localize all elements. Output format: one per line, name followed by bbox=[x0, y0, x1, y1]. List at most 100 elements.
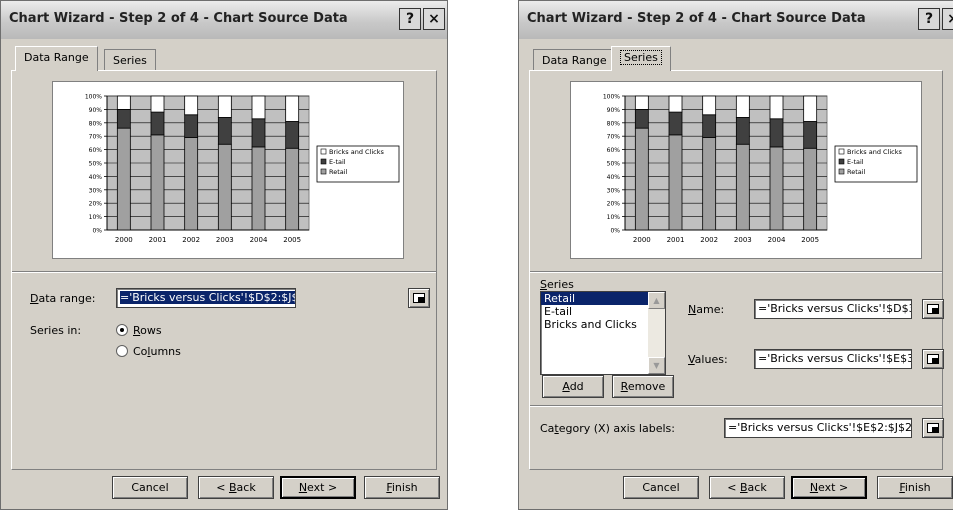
chart-preview: 0% 10% 20% 30% 40% 50% 60% 70% 80% 90% 100% 2000 200… bbox=[52, 81, 404, 259]
bar-segment bbox=[116, 95, 131, 110]
columns-label: Columns bbox=[133, 345, 181, 358]
separator bbox=[530, 405, 942, 407]
y-tick-label: 30% bbox=[89, 187, 103, 194]
x-tick-label: 2005 bbox=[283, 236, 301, 244]
back-button[interactable]: < Back bbox=[198, 476, 274, 499]
legend-label: E-tail bbox=[847, 158, 864, 166]
scroll-up-icon[interactable]: ▲ bbox=[648, 292, 665, 309]
title-bar[interactable]: Chart Wizard - Step 2 of 4 - Chart Sourc… bbox=[519, 1, 953, 39]
collapse-dialog-icon[interactable] bbox=[922, 418, 944, 438]
cancel-button[interactable]: Cancel bbox=[112, 476, 188, 499]
legend-swatch bbox=[320, 148, 327, 155]
tab-series[interactable]: Series bbox=[104, 49, 156, 70]
bar-segment bbox=[251, 146, 266, 231]
y-tick-label: 20% bbox=[607, 201, 621, 208]
tab-data-range[interactable]: Data Range bbox=[533, 49, 616, 70]
y-tick-label: 10% bbox=[607, 214, 621, 221]
legend-label: Bricks and Clicks bbox=[847, 148, 903, 156]
bar-segment bbox=[251, 118, 266, 148]
separator bbox=[530, 271, 942, 273]
chart-wizard-dialog-series: Chart Wizard - Step 2 of 4 - Chart Sourc… bbox=[518, 0, 953, 510]
collapse-dialog-icon[interactable] bbox=[408, 288, 430, 308]
chart-svg: 0% 10% 20% 30% 40% 50% 60% 70% 80% 90% 100% 2000 200… bbox=[603, 94, 918, 244]
tab-data-range[interactable]: Data Range bbox=[15, 46, 98, 71]
legend-swatch bbox=[838, 168, 845, 175]
bar-segment bbox=[735, 95, 750, 118]
y-tick-label: 10% bbox=[89, 214, 103, 221]
category-labels-label: Category (X) axis labels: bbox=[540, 422, 675, 435]
tab-data-range-label: Data Range bbox=[24, 51, 89, 64]
tab-series-label: Series bbox=[113, 54, 147, 67]
x-tick-label: 2002 bbox=[182, 236, 200, 244]
name-input[interactable]: ='Bricks versus Clicks'!$D$3 bbox=[754, 299, 912, 319]
tab-series-label: Series bbox=[620, 50, 662, 65]
separator bbox=[12, 271, 436, 273]
bar-segment bbox=[217, 95, 232, 118]
series-list-item[interactable]: E-tail bbox=[541, 305, 665, 318]
help-button[interactable]: ? bbox=[918, 8, 940, 30]
collapse-dialog-icon[interactable] bbox=[922, 349, 944, 369]
bar-segment bbox=[150, 95, 165, 113]
series-in-label: Series in: bbox=[30, 324, 82, 337]
help-button[interactable]: ? bbox=[399, 8, 421, 30]
tab-data-range-label: Data Range bbox=[542, 54, 607, 67]
bar-segment bbox=[116, 108, 131, 129]
legend-swatch bbox=[320, 168, 327, 175]
x-tick-label: 2001 bbox=[149, 236, 167, 244]
bar-segment bbox=[668, 134, 683, 231]
series-list-item[interactable]: Bricks and Clicks bbox=[541, 318, 665, 331]
series-panel: 0% 10% 20% 30% 40% 50% 60% 70% 80% 90% 100% 2000 200… bbox=[529, 70, 944, 470]
y-tick-label: 60% bbox=[607, 147, 621, 154]
x-tick-label: 2004 bbox=[768, 236, 786, 244]
finish-button[interactable]: Finish bbox=[364, 476, 440, 499]
bar-segment bbox=[184, 137, 199, 231]
y-tick-label: 50% bbox=[607, 161, 621, 168]
values-label: Values: bbox=[688, 353, 728, 366]
chart-preview: 0% 10% 20% 30% 40% 50% 60% 70% 80% 90% 100% 2000 200… bbox=[570, 81, 922, 259]
legend-swatch bbox=[320, 158, 327, 165]
bar-segment bbox=[285, 147, 300, 231]
data-range-input[interactable]: ='Bricks versus Clicks'!$D$2:$J$5 bbox=[116, 288, 296, 308]
tab-series[interactable]: Series bbox=[611, 46, 671, 71]
y-tick-label: 30% bbox=[607, 187, 621, 194]
y-tick-label: 0% bbox=[92, 228, 102, 235]
bar-segment bbox=[702, 95, 717, 116]
scroll-down-icon[interactable]: ▼ bbox=[648, 357, 665, 374]
series-scrollbar[interactable]: ▲ ▼ bbox=[648, 292, 665, 374]
close-button[interactable]: × bbox=[423, 8, 445, 30]
remove-series-button[interactable]: Remove bbox=[612, 375, 674, 398]
close-button[interactable]: × bbox=[942, 8, 953, 30]
next-button[interactable]: Next > bbox=[280, 476, 356, 499]
x-tick-label: 2003 bbox=[734, 236, 752, 244]
back-button[interactable]: < Back bbox=[709, 476, 785, 499]
values-input[interactable]: ='Bricks versus Clicks'!$E$3:$ bbox=[754, 349, 912, 369]
bar-segment bbox=[116, 127, 131, 231]
series-listbox[interactable]: Retail E-tail Bricks and Clicks ▲ ▼ bbox=[540, 291, 666, 375]
add-series-button[interactable]: Add bbox=[542, 375, 604, 398]
series-label: Series bbox=[540, 278, 574, 291]
bar-segment bbox=[803, 121, 818, 149]
category-labels-input[interactable]: ='Bricks versus Clicks'!$E$2:$J$2 bbox=[724, 418, 912, 438]
title-bar[interactable]: Chart Wizard - Step 2 of 4 - Chart Sourc… bbox=[1, 1, 447, 39]
dialog-title: Chart Wizard - Step 2 of 4 - Chart Sourc… bbox=[527, 11, 866, 26]
finish-button[interactable]: Finish bbox=[877, 476, 953, 499]
y-tick-label: 100% bbox=[603, 94, 620, 101]
series-list-item[interactable]: Retail bbox=[541, 292, 665, 305]
bar-segment bbox=[634, 127, 649, 231]
y-tick-label: 80% bbox=[89, 120, 103, 127]
collapse-dialog-icon[interactable] bbox=[922, 299, 944, 319]
bar-segment bbox=[634, 108, 649, 129]
bar-segment bbox=[803, 147, 818, 231]
y-tick-label: 40% bbox=[89, 174, 103, 181]
x-tick-label: 2001 bbox=[667, 236, 685, 244]
y-tick-label: 20% bbox=[89, 201, 103, 208]
columns-radio[interactable] bbox=[116, 345, 128, 357]
cancel-button[interactable]: Cancel bbox=[623, 476, 699, 499]
rows-radio[interactable] bbox=[116, 324, 128, 336]
next-button[interactable]: Next > bbox=[791, 476, 867, 499]
bar-segment bbox=[668, 95, 683, 113]
y-tick-label: 50% bbox=[89, 161, 103, 168]
y-tick-label: 40% bbox=[607, 174, 621, 181]
x-tick-label: 2003 bbox=[216, 236, 234, 244]
x-tick-label: 2000 bbox=[115, 236, 133, 244]
